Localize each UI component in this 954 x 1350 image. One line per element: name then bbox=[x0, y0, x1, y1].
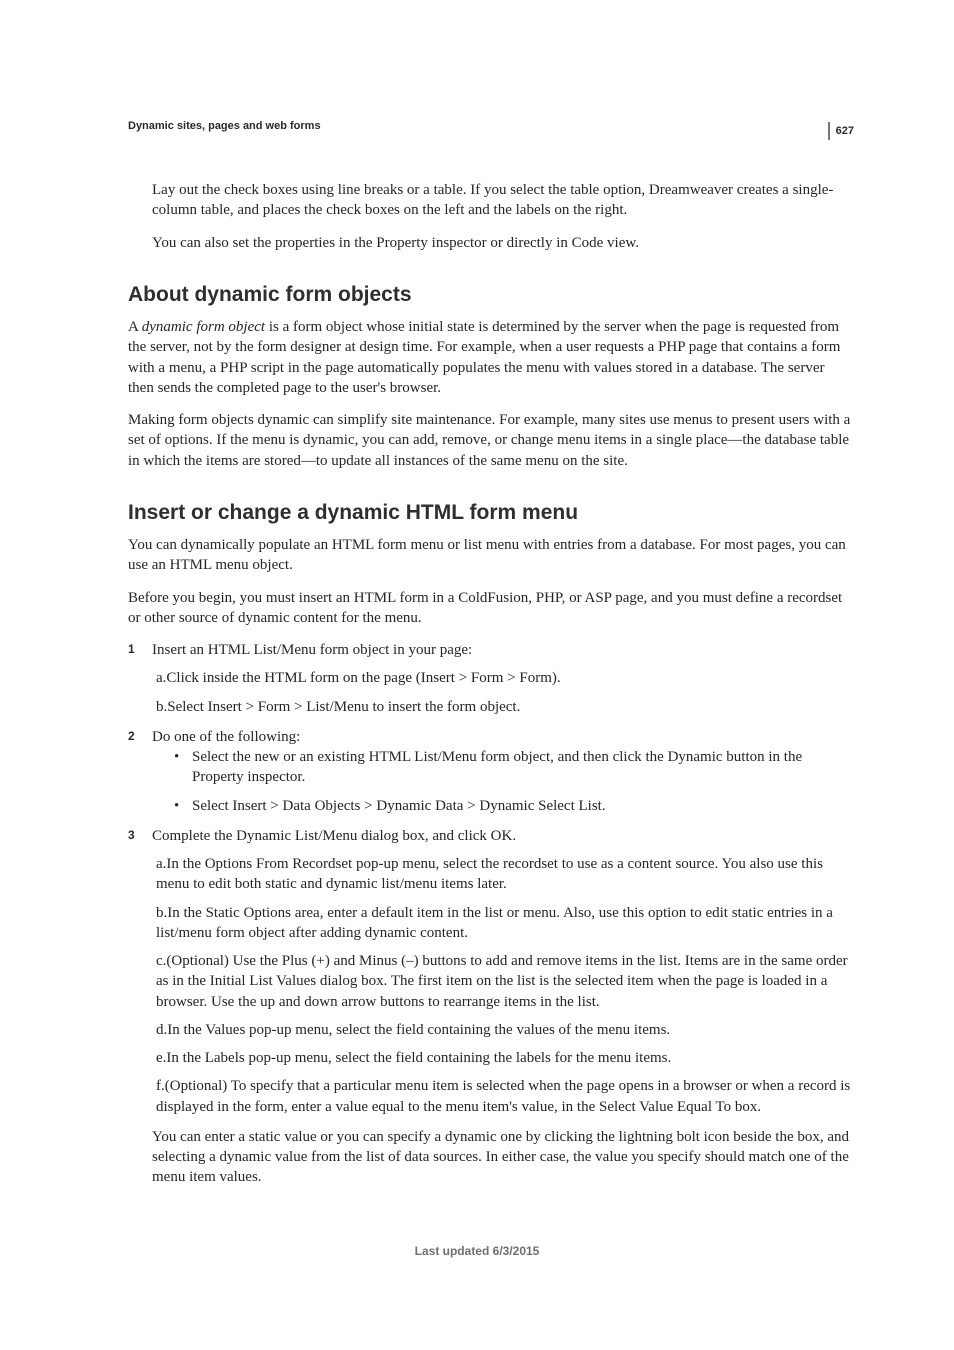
section2-para-2: Before you begin, you must insert an HTM… bbox=[128, 588, 854, 629]
step-3-sub-c: c.(Optional) Use the Plus (+) and Minus … bbox=[152, 951, 854, 1012]
step-text: Insert an HTML List/Menu form object in … bbox=[152, 642, 472, 658]
section1-para-2: Making form objects dynamic can simplify… bbox=[128, 410, 854, 471]
page: 627 Dynamic sites, pages and web forms L… bbox=[0, 0, 954, 1350]
step-3-tail: You can enter a static value or you can … bbox=[152, 1127, 854, 1188]
footer-last-updated: Last updated 6/3/2015 bbox=[0, 1244, 954, 1258]
heading-about-dynamic-form-objects: About dynamic form objects bbox=[128, 281, 854, 309]
running-header: Dynamic sites, pages and web forms bbox=[128, 120, 854, 132]
section1-para-1: A dynamic form object is a form object w… bbox=[128, 317, 854, 398]
text-em: dynamic form object bbox=[142, 319, 265, 335]
heading-insert-or-change: Insert or change a dynamic HTML form men… bbox=[128, 499, 854, 527]
section2-para-1: You can dynamically populate an HTML for… bbox=[128, 535, 854, 576]
step-3-sub-a: a.In the Options From Recordset pop-up m… bbox=[152, 854, 854, 895]
bullet-item: Select the new or an existing HTML List/… bbox=[174, 747, 854, 788]
page-number-wrap: 627 bbox=[828, 122, 854, 140]
step-2-bullets: Select the new or an existing HTML List/… bbox=[174, 747, 854, 816]
step-text: Do one of the following: bbox=[152, 729, 300, 745]
step-2: 2 Do one of the following: Select the ne… bbox=[128, 727, 854, 816]
bullet-item: Select Insert > Data Objects > Dynamic D… bbox=[174, 796, 854, 816]
step-1: 1 Insert an HTML List/Menu form object i… bbox=[128, 640, 854, 717]
step-number: 3 bbox=[128, 827, 135, 843]
step-3-sub-f: f.(Optional) To specify that a particula… bbox=[152, 1076, 854, 1117]
intro-para-2: You can also set the properties in the P… bbox=[152, 233, 854, 253]
intro-para-1: Lay out the check boxes using line break… bbox=[152, 180, 854, 221]
step-text: Complete the Dynamic List/Menu dialog bo… bbox=[152, 828, 516, 844]
text-prefix: A bbox=[128, 319, 142, 335]
page-number-rule bbox=[828, 122, 830, 140]
page-number: 627 bbox=[836, 125, 854, 137]
step-3: 3 Complete the Dynamic List/Menu dialog … bbox=[128, 826, 854, 1188]
step-3-sub-e: e.In the Labels pop-up menu, select the … bbox=[152, 1048, 854, 1068]
content: Lay out the check boxes using line break… bbox=[128, 180, 854, 1188]
step-number: 1 bbox=[128, 641, 135, 657]
step-1-sub-b: b.Select Insert > Form > List/Menu to in… bbox=[152, 697, 854, 717]
ordered-steps: 1 Insert an HTML List/Menu form object i… bbox=[128, 640, 854, 1188]
step-1-sub-a: a.Click inside the HTML form on the page… bbox=[152, 668, 854, 688]
step-number: 2 bbox=[128, 728, 135, 744]
step-3-sub-b: b.In the Static Options area, enter a de… bbox=[152, 903, 854, 944]
step-3-sub-d: d.In the Values pop-up menu, select the … bbox=[152, 1020, 854, 1040]
